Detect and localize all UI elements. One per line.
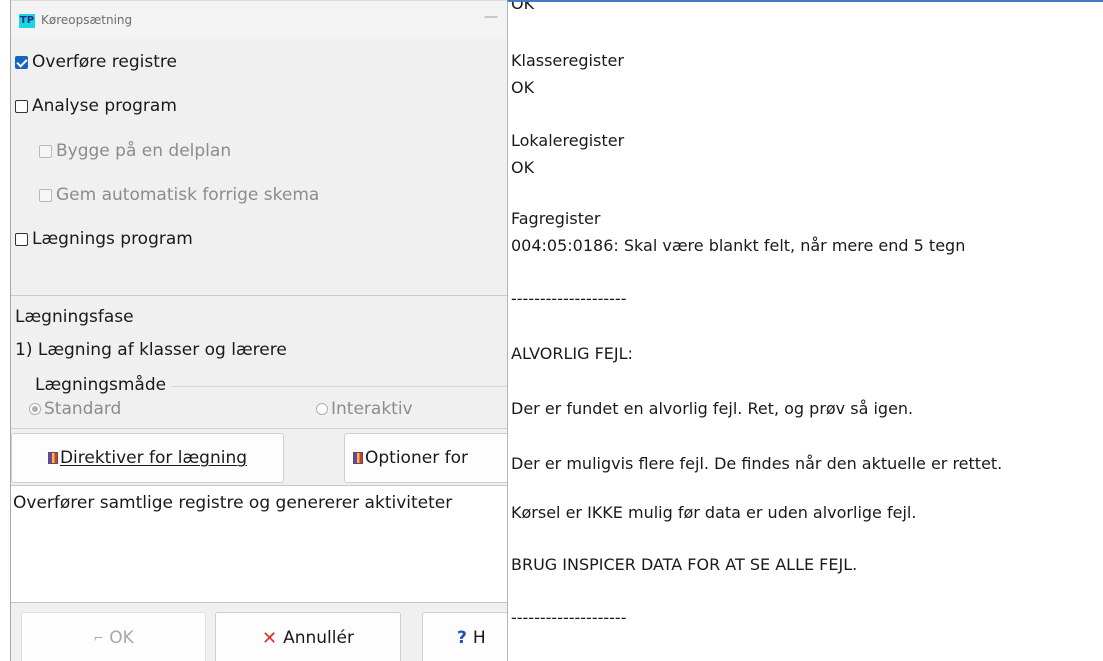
log-divider: -------------------- xyxy=(511,289,627,308)
log-line: OK xyxy=(511,78,535,97)
document-icon xyxy=(353,452,363,464)
log-line: Klasseregister xyxy=(511,51,624,70)
checkbox-checked-icon[interactable] xyxy=(15,55,28,69)
description-text: Overfører samtlige registre og genererer… xyxy=(13,493,453,513)
log-line: 004:05:0186: Skal være blankt felt, når … xyxy=(511,236,966,255)
app-icon: TP xyxy=(19,14,35,28)
radio-standard: Standard xyxy=(29,399,121,419)
log-line: BRUG INSPICER DATA FOR AT SE ALLE FEJL. xyxy=(511,555,858,574)
radio-selected-icon xyxy=(29,403,41,415)
results-log-pane[interactable]: OK Klasseregister OK Lokaleregister OK F… xyxy=(507,0,1103,661)
options-panel xyxy=(11,38,507,296)
checkbox-placement-program[interactable]: Lægnings program xyxy=(15,229,193,249)
log-line: Der er muligvis flere fejl. De findes nå… xyxy=(511,454,1003,473)
directives-button-label: Direktiver for lægning xyxy=(59,448,248,468)
log-line: Fagregister xyxy=(511,209,601,228)
placement-mode-legend: Lægningsmåde xyxy=(35,375,169,395)
log-line: Lokaleregister xyxy=(511,131,625,150)
log-line: OK xyxy=(511,0,535,13)
help-icon: ? xyxy=(457,628,467,648)
checkbox-unchecked-icon[interactable] xyxy=(15,99,28,113)
window-title: Køreopsætning xyxy=(41,13,133,27)
checkbox-disabled-icon xyxy=(39,144,52,158)
checkbox-unchecked-icon[interactable] xyxy=(15,232,28,246)
document-icon xyxy=(47,452,58,464)
checkbox-label: Gem automatisk forrige skema xyxy=(56,185,320,205)
checkbox-analysis-program[interactable]: Analyse program xyxy=(15,96,177,116)
groupbox-border xyxy=(171,386,507,387)
directives-button[interactable]: Direktiver for lægning xyxy=(11,433,284,483)
log-line: OK xyxy=(511,158,535,177)
checkbox-label: Analyse program xyxy=(32,96,177,116)
checkbox-disabled-icon xyxy=(39,188,52,202)
help-button[interactable]: ? H xyxy=(422,612,507,661)
title-bar: TP Køreopsætning — xyxy=(11,0,507,38)
radio-unselected-icon xyxy=(316,403,328,415)
log-line: ALVORLIG FEJL: xyxy=(511,344,633,363)
run-setup-dialog: TP Køreopsætning — Overføre registre Ana… xyxy=(10,0,507,661)
log-line: Der er fundet en alvorlig fejl. Ret, og … xyxy=(511,399,914,418)
checkbox-label: Overføre registre xyxy=(32,52,177,72)
checkbox-label: Lægnings program xyxy=(32,229,193,249)
placement-phase-label: Lægningsfase xyxy=(15,307,134,327)
help-button-label: H xyxy=(472,628,486,648)
cancel-button-label: Annullér xyxy=(283,628,354,648)
description-box: Overfører samtlige registre og genererer… xyxy=(11,485,507,603)
radio-interactive: Interaktiv xyxy=(316,399,413,419)
checkbox-build-on-subplan: Bygge på en delplan xyxy=(39,141,231,161)
options-button[interactable]: Optioner for xyxy=(344,433,507,483)
placement-phase-value: 1) Lægning af klasser og lærere xyxy=(15,340,287,360)
radio-label: Interaktiv xyxy=(331,399,413,419)
options-button-label: Optioner for xyxy=(365,448,468,468)
minimize-button[interactable]: — xyxy=(481,7,501,27)
checkbox-autosave-prev-schedule: Gem automatisk forrige skema xyxy=(39,185,319,205)
log-divider: -------------------- xyxy=(511,608,627,627)
checkbox-label: Bygge på en delplan xyxy=(56,141,232,161)
log-line: Kørsel er IKKE mulig før data er uden al… xyxy=(511,503,917,522)
ok-icon: ⌐ xyxy=(93,631,104,645)
close-icon: ✕ xyxy=(262,627,278,649)
checkbox-transfer-registers[interactable]: Overføre registre xyxy=(15,52,177,72)
ok-button-label: OK xyxy=(109,628,134,648)
radio-label: Standard xyxy=(44,399,122,419)
cancel-button[interactable]: ✕ Annullér xyxy=(215,612,401,661)
ok-button[interactable]: ⌐ OK xyxy=(21,612,206,661)
separator xyxy=(11,428,507,429)
